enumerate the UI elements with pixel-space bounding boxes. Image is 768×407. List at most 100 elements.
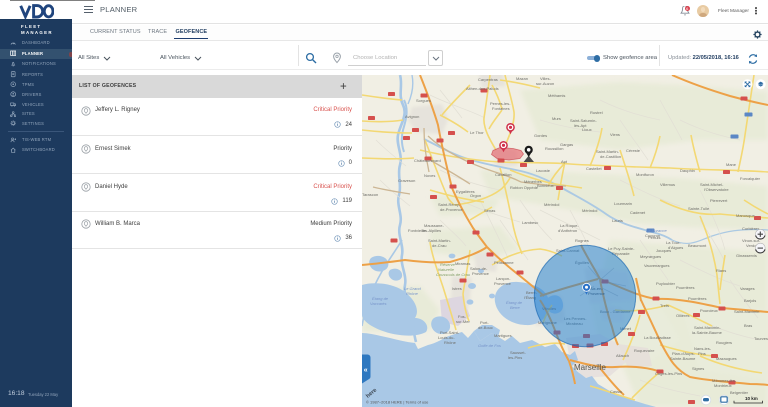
svg-text:Lioux: Lioux <box>582 127 592 132</box>
svg-text:Belgentier: Belgentier <box>730 390 749 395</box>
svg-text:Berre: Berre <box>510 305 521 310</box>
svg-text:de-Castillon: de-Castillon <box>600 154 621 159</box>
svg-text:Althen-des-Paluds: Althen-des-Paluds <box>466 86 499 91</box>
svg-text:Gargas: Gargas <box>560 142 573 147</box>
svg-text:Cassis: Cassis <box>610 389 622 394</box>
svg-text:Martigues: Martigues <box>494 333 512 338</box>
svg-text:Tourves: Tourves <box>754 336 768 341</box>
svg-text:Mazaugues: Mazaugues <box>716 356 737 361</box>
svg-text:Lourmarin: Lourmarin <box>614 201 632 206</box>
svg-text:l'Observatoire: l'Observatoire <box>704 187 729 192</box>
svg-text:Pins: Pins <box>698 351 706 356</box>
svg-text:Mérindol: Mérindol <box>544 202 559 207</box>
svg-text:Tarascon: Tarascon <box>362 192 378 197</box>
svg-text:Cadenet: Cadenet <box>630 210 646 215</box>
svg-text:Carpentras: Carpentras <box>478 77 498 82</box>
svg-text:Rhône: Rhône <box>444 340 457 345</box>
svg-text:Saint-Maximin: Saint-Maximin <box>734 309 759 314</box>
svg-text:Viens: Viens <box>610 132 620 137</box>
svg-text:Varages: Varages <box>740 286 755 291</box>
svg-text:Lacoste: Lacoste <box>536 168 551 173</box>
svg-text:Graveson: Graveson <box>398 178 415 183</box>
svg-text:Istres: Istres <box>452 286 462 291</box>
svg-text:de-Crau: de-Crau <box>432 243 446 248</box>
svg-text:Noves: Noves <box>424 173 435 178</box>
svg-text:Châteaurenard: Châteaurenard <box>414 158 441 163</box>
svg-text:Vaccarès: Vaccarès <box>370 301 387 306</box>
svg-text:La Durance: La Durance <box>646 228 667 233</box>
svg-text:Montrieux: Montrieux <box>714 383 732 388</box>
svg-text:Beaumont: Beaumont <box>688 243 707 248</box>
svg-text:Rhône: Rhône <box>406 291 419 296</box>
svg-text:Coussouls de Crau: Coussouls de Crau <box>436 272 471 277</box>
svg-text:Cuges-les-Pins: Cuges-les-Pins <box>655 371 682 376</box>
svg-text:Robion Oppède: Robion Oppède <box>510 185 539 190</box>
svg-text:Manosque: Manosque <box>736 213 755 218</box>
svg-text:Sainte-Baume: Sainte-Baume <box>670 356 696 361</box>
svg-text:les-Pins: les-Pins <box>508 355 522 360</box>
svg-text:Fontaines: Fontaines <box>492 106 510 111</box>
svg-text:Pierrevert: Pierrevert <box>710 198 728 203</box>
svg-text:de-Provence: de-Provence <box>440 207 463 212</box>
svg-text:Signes: Signes <box>692 366 704 371</box>
svg-text:Corbières: Corbières <box>742 226 759 231</box>
svg-text:Rognes: Rognes <box>575 238 589 243</box>
svg-text:Barjols: Barjols <box>744 298 756 303</box>
svg-text:Orgon: Orgon <box>470 193 481 198</box>
svg-text:La Bouilladisse: La Bouilladisse <box>644 335 672 340</box>
svg-text:Puyloubier: Puyloubier <box>656 281 676 286</box>
svg-text:Villemus: Villemus <box>660 182 675 187</box>
svg-text:Mane: Mane <box>726 162 737 167</box>
svg-text:Pélissanne: Pélissanne <box>494 260 514 265</box>
svg-text:Jouques: Jouques <box>656 248 671 253</box>
svg-text:Gordes: Gordes <box>534 133 547 138</box>
svg-text:Montfuron: Montfuron <box>636 172 654 177</box>
svg-text:Murs: Murs <box>552 116 561 121</box>
svg-text:Golfe de Fos: Golfe de Fos <box>478 343 501 348</box>
svg-text:10 km: 10 km <box>745 396 758 401</box>
svg-text:Lambesc: Lambesc <box>522 220 538 225</box>
svg-text:© 1987–2018 HERE | Terms of us: © 1987–2018 HERE | Terms of use <box>366 400 429 405</box>
svg-text:Miramas: Miramas <box>455 261 470 266</box>
svg-text:Forcalquier: Forcalquier <box>740 176 761 181</box>
svg-text:Castellet: Castellet <box>586 166 602 171</box>
svg-text:Cavaillon: Cavaillon <box>495 172 511 177</box>
svg-text:Meyrargues: Meyrargues <box>640 254 661 259</box>
svg-text:Dauphin: Dauphin <box>680 168 695 173</box>
svg-text:Provence: Provence <box>494 281 512 286</box>
svg-text:les-Alpilles: les-Alpilles <box>422 228 441 233</box>
svg-text:Rustrel: Rustrel <box>590 110 603 115</box>
svg-text:Allauch: Allauch <box>616 353 629 358</box>
svg-text:Sénas: Sénas <box>484 208 495 213</box>
svg-text:Le Thor: Le Thor <box>470 130 484 135</box>
svg-text:Pourrières: Pourrières <box>676 285 694 290</box>
svg-text:Provence: Provence <box>472 271 490 276</box>
svg-text:Mérindol: Mérindol <box>582 208 597 213</box>
svg-text:Trets: Trets <box>660 303 669 308</box>
svg-text:Ollières: Ollières <box>676 313 690 318</box>
svg-text:Lauris: Lauris <box>612 218 623 223</box>
svg-text:sur-Auzon: sur-Auzon <box>536 81 554 86</box>
svg-text:Céreste: Céreste <box>626 148 641 153</box>
svg-text:Ménerbes: Ménerbes <box>524 179 542 184</box>
svg-text:Sainte-Tulle: Sainte-Tulle <box>688 206 710 211</box>
svg-text:Rougiers: Rougiers <box>716 340 732 345</box>
svg-text:Mazan: Mazan <box>516 76 528 81</box>
svg-text:sur-Mer: sur-Mer <box>456 319 470 324</box>
svg-text:Marseille: Marseille <box>574 363 607 372</box>
svg-text:de-Bouc: de-Bouc <box>478 325 493 330</box>
svg-text:«: « <box>364 367 368 374</box>
svg-text:Avignon: Avignon <box>405 114 419 119</box>
svg-text:d'Anthéron: d'Anthéron <box>558 228 577 233</box>
svg-text:Pertuis: Pertuis <box>648 235 660 240</box>
svg-text:Ginasservis: Ginasservis <box>736 253 757 258</box>
svg-text:Bras: Bras <box>744 323 752 328</box>
svg-text:Roquevaire: Roquevaire <box>634 348 655 353</box>
svg-text:Pourrières: Pourrières <box>688 296 706 301</box>
svg-text:Rians: Rians <box>716 268 726 273</box>
svg-text:Pourcieux: Pourcieux <box>700 308 718 313</box>
svg-text:Apt: Apt <box>561 159 568 164</box>
svg-text:Méthamis: Méthamis <box>548 93 565 98</box>
svg-text:Sorgues: Sorgues <box>416 98 431 103</box>
svg-text:la-Sainte-Baume: la-Sainte-Baume <box>692 330 723 335</box>
